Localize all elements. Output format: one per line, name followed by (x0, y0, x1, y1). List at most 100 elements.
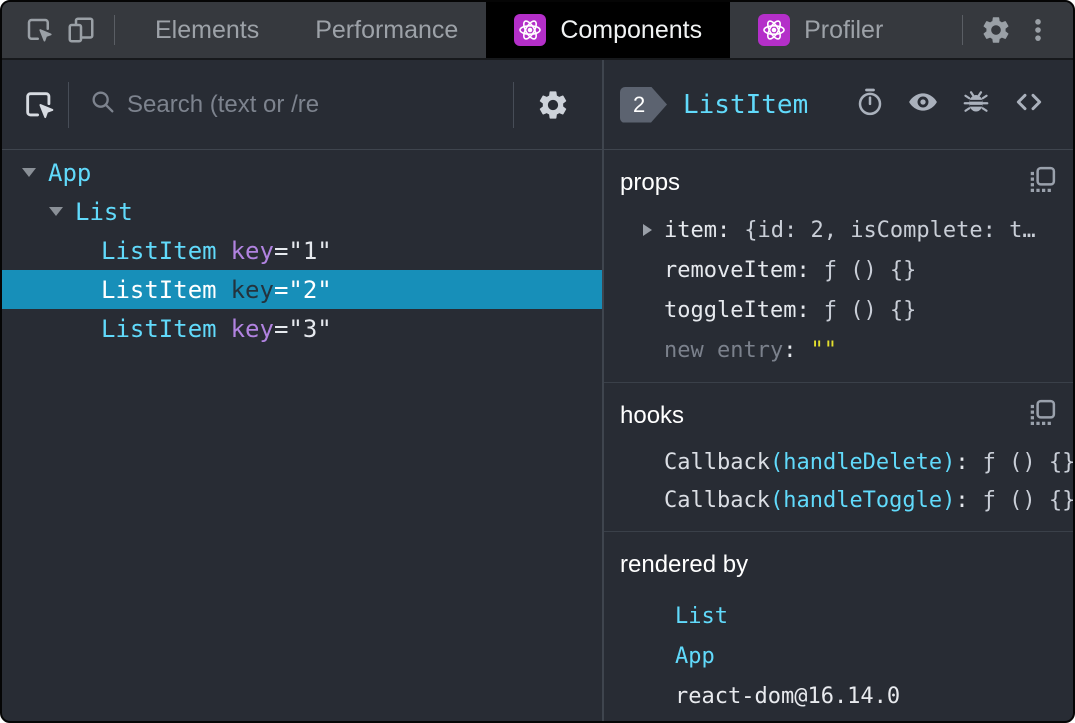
component-name: List (75, 197, 133, 226)
tab-performance[interactable]: Performance (287, 2, 486, 58)
react-logo-icon (758, 14, 791, 46)
tabbar-separator (962, 15, 963, 45)
eye-icon[interactable] (907, 86, 939, 123)
new-entry-label: new entry (664, 337, 784, 363)
rendered-by-react-dom: react-dom@16.14.0 (620, 676, 1057, 716)
hook-type: Callback (664, 487, 770, 513)
selected-component-name: ListItem (683, 89, 809, 120)
details-header-icons (855, 86, 1045, 123)
rendered-by-rows: List App react-dom@16.14.0 (620, 596, 1057, 716)
search-bar (69, 88, 513, 121)
tab-profiler[interactable]: Profiler (730, 2, 911, 58)
prop-row-toggleitem[interactable]: toggleItem: ƒ () {} (620, 290, 1057, 330)
tab-label: Components (560, 15, 703, 44)
element-picker-icon[interactable] (10, 76, 68, 134)
prop-row-removeitem[interactable]: removeItem: ƒ () {} (620, 250, 1057, 290)
badge-count: 2 (633, 91, 646, 117)
props-section-header: props (620, 150, 1057, 198)
new-entry-value[interactable]: "" (810, 338, 837, 363)
props-section: props item: {id: 2, isComplete: t… remo… (604, 150, 1073, 382)
tree-node-listitem-1[interactable]: ListItem key ="1" (2, 231, 602, 270)
owner-link[interactable]: List (675, 604, 728, 629)
tree-node-listitem-3[interactable]: ListItem key ="3" (2, 309, 602, 348)
owner-count-badge[interactable]: 2 (620, 86, 667, 123)
component-name: ListItem (101, 236, 217, 265)
prop-value: ƒ () {} (823, 297, 917, 323)
hooks-section-header: hooks (620, 383, 1057, 431)
key-attribute: key (230, 314, 274, 343)
owner-link[interactable]: App (675, 644, 715, 669)
component-name: App (48, 158, 92, 187)
copy-icon[interactable] (1027, 165, 1057, 202)
react-logo-icon (514, 14, 547, 46)
hook-separator: : (955, 487, 969, 513)
hook-name: (handleDelete) (769, 449, 956, 475)
components-tree-panel: App List ListItemkey="1" ListItemkey="2"… (2, 60, 604, 721)
prop-name: item (664, 217, 717, 243)
inspect-cursor-icon[interactable] (18, 9, 60, 51)
prop-value: ƒ () {} (823, 257, 917, 283)
component-name: ListItem (101, 314, 217, 343)
props-rows: item: {id: 2, isComplete: t… removeItem: ƒ… (620, 210, 1057, 370)
component-name: ListItem (101, 275, 217, 304)
prop-row-item[interactable]: item: {id: 2, isComplete: t… (620, 210, 1057, 250)
renderer-version: react-dom@16.14.0 (675, 683, 901, 709)
tree-node-listitem-2-selected[interactable]: ListItem key ="2" (2, 270, 602, 309)
hook-name: (handleToggle) (769, 487, 956, 513)
copy-icon[interactable] (1027, 398, 1057, 435)
hook-separator: : (955, 449, 969, 475)
hook-value: ƒ () {} (982, 487, 1073, 513)
tree-node-list[interactable]: List (2, 192, 602, 231)
tabbar-left-icons (2, 2, 102, 58)
gear-icon[interactable] (530, 82, 576, 128)
details-header: 2 ListItem (604, 60, 1073, 150)
key-value: ="1" (273, 236, 332, 265)
tab-label: Profiler (804, 15, 884, 44)
tabbar-separator (114, 15, 115, 45)
devtools-tabbar: Elements Performance Components Profiler (2, 2, 1073, 60)
tree-toolbar (2, 60, 602, 150)
prop-row-new-entry[interactable]: new entry: "" (620, 330, 1057, 370)
toolbar-separator (513, 81, 514, 128)
tab-elements[interactable]: Elements (127, 2, 287, 58)
tree-node-app[interactable]: App (2, 153, 602, 192)
kebab-menu-icon[interactable] (1017, 9, 1059, 51)
section-title: hooks (620, 402, 685, 429)
chevron-down-icon[interactable] (22, 168, 36, 177)
chevron-right-icon[interactable] (643, 224, 652, 236)
hook-row-handletoggle[interactable]: Callback (handleToggle): ƒ () {} (620, 481, 1073, 519)
rendered-by-list-link[interactable]: List (620, 596, 1057, 636)
prop-separator: : (716, 217, 731, 243)
component-details-panel: 2 ListItem props item: {id: 2, isComple… (604, 60, 1073, 721)
prop-value: {id: 2, isComplete: t… (744, 217, 1036, 243)
component-tree: App List ListItem key ="1" ListItem key ="2"… (2, 150, 602, 721)
prop-separator: : (796, 257, 810, 283)
device-toolbar-icon[interactable] (60, 9, 102, 51)
rendered-by-section-header: rendered by (620, 532, 1057, 580)
hooks-section: hooks Callback (handleDelete): ƒ () {} … (604, 382, 1073, 531)
hook-type: Callback (664, 449, 770, 475)
prop-name: removeItem (664, 257, 797, 283)
main-area: App List ListItemkey="1" ListItemkey="2"… (2, 60, 1073, 721)
rendered-by-section: rendered by List App react-dom@16.14.0 (604, 531, 1073, 721)
prop-name: toggleItem (664, 297, 797, 323)
key-attribute: key (230, 236, 274, 265)
key-value: ="2" (273, 275, 332, 304)
hook-row-handledelete[interactable]: Callback (handleDelete): ƒ () {} (620, 443, 1073, 481)
devtools-window: Elements Performance Components Profiler… (0, 0, 1075, 723)
hooks-rows: Callback (handleDelete): ƒ () {} Callback(… (620, 443, 1073, 519)
tabbar-right-icons (950, 2, 1073, 58)
bug-icon[interactable] (961, 87, 991, 122)
section-title: rendered by (620, 551, 749, 578)
prop-separator: : (783, 337, 797, 363)
magnifier-icon (89, 88, 117, 121)
chevron-down-icon[interactable] (49, 207, 63, 216)
key-value: ="3" (273, 314, 332, 343)
prop-separator: : (796, 297, 810, 323)
rendered-by-app-link[interactable]: App (620, 636, 1057, 676)
search-input[interactable] (127, 90, 513, 119)
gear-icon[interactable] (975, 9, 1017, 51)
stopwatch-icon[interactable] (855, 87, 885, 122)
tab-components[interactable]: Components (486, 2, 731, 58)
code-brackets-icon[interactable] (1013, 86, 1045, 123)
